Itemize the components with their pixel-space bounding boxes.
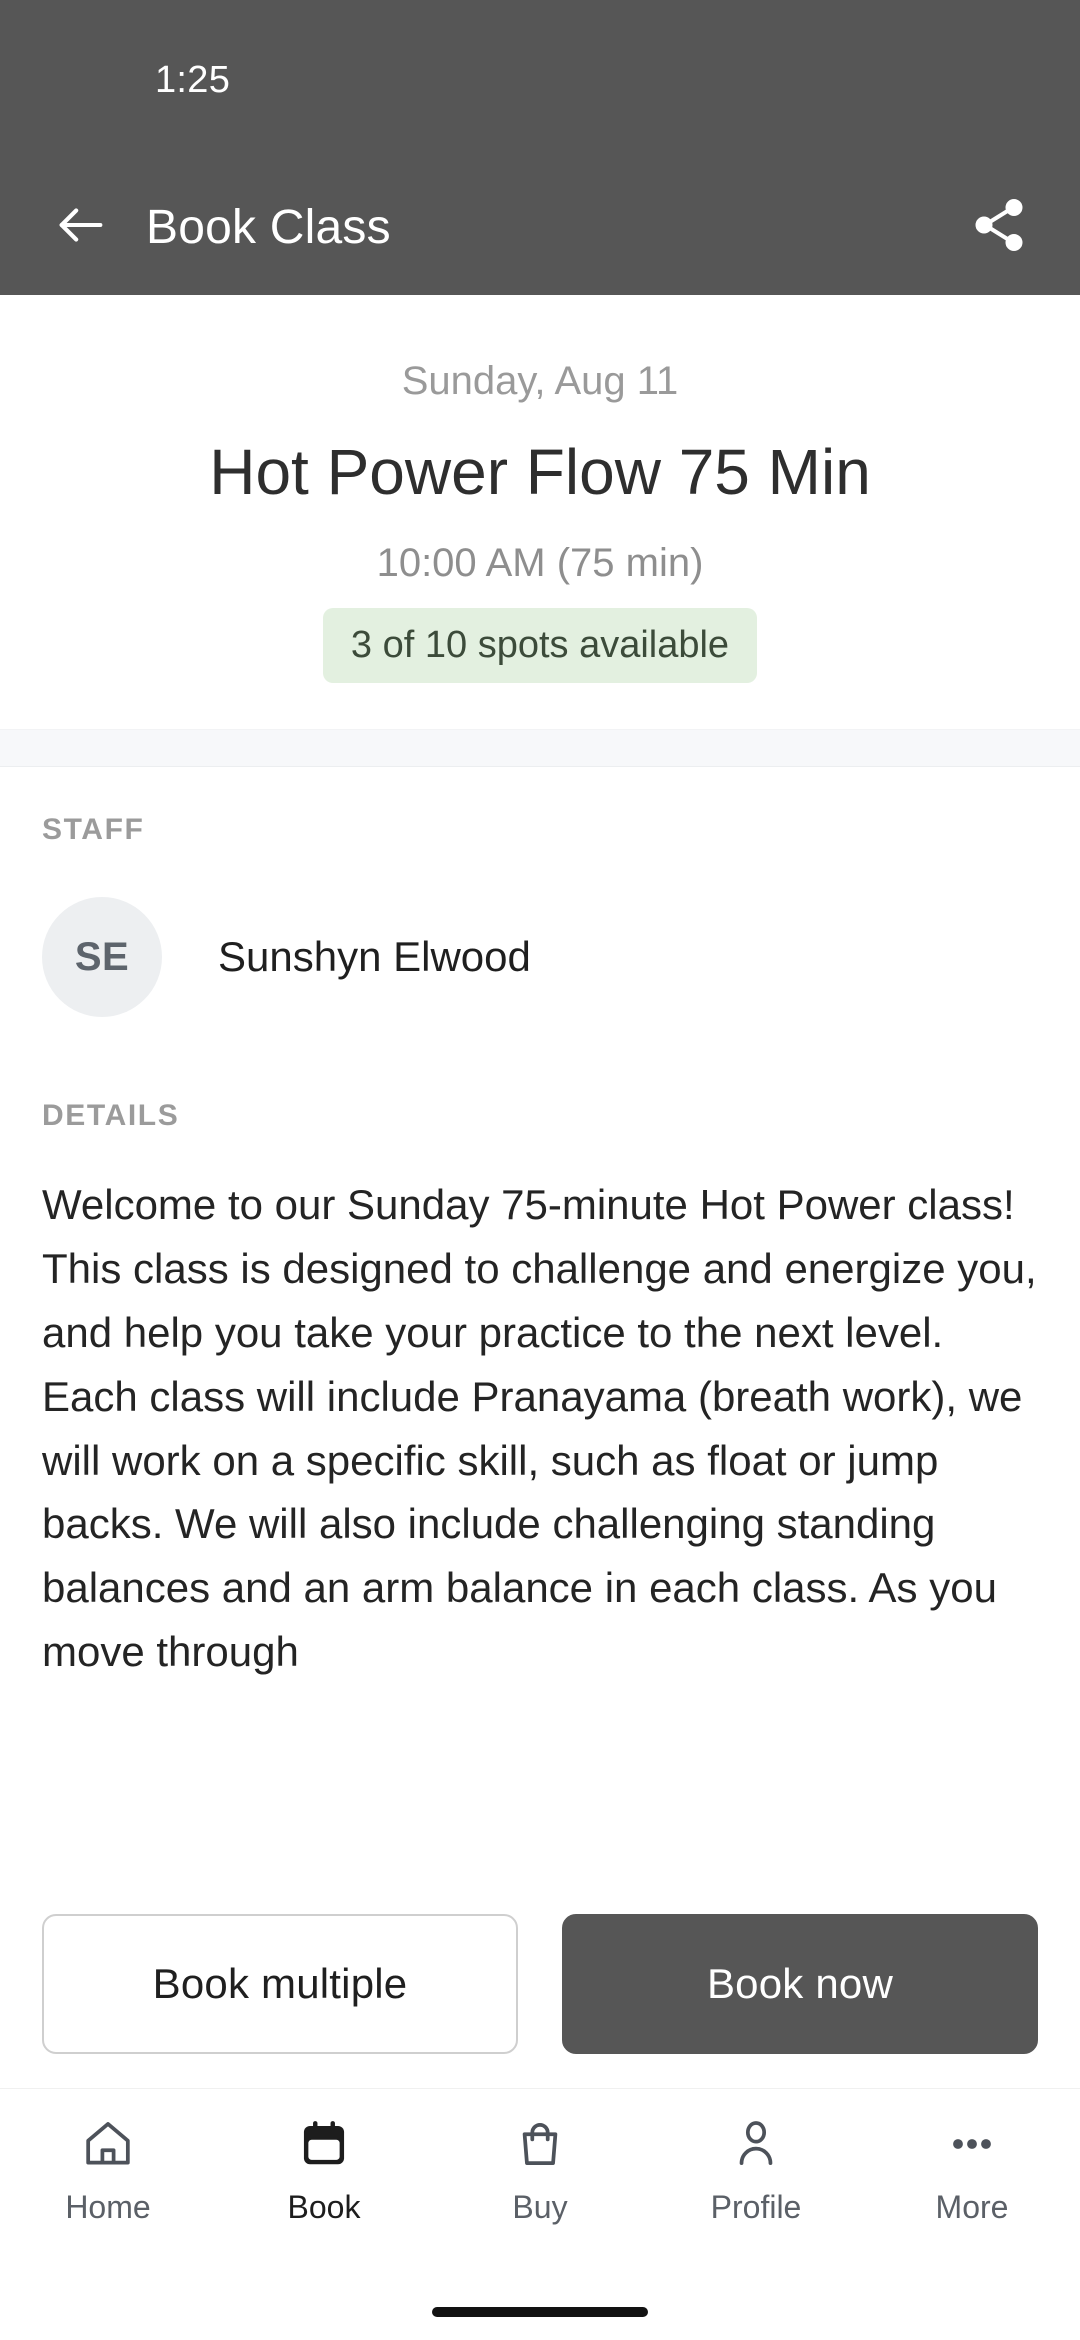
nav-item-home[interactable]: Home <box>0 2113 216 2226</box>
class-time: 10:00 AM (75 min) <box>376 540 704 585</box>
details-section-label: DETAILS <box>42 1099 180 1133</box>
nav-item-buy[interactable]: Buy <box>432 2113 648 2226</box>
home-indicator-area <box>0 2284 1080 2340</box>
section-divider <box>0 729 1080 768</box>
staff-name: Sunshyn Elwood <box>218 933 531 981</box>
nav-item-book[interactable]: Book <box>216 2113 432 2226</box>
nav-label-profile: Profile <box>710 2189 802 2225</box>
person-icon <box>728 2113 784 2175</box>
class-header: Sunday, Aug 11 Hot Power Flow 75 Min 10:… <box>0 295 1080 730</box>
staff-row[interactable]: SE Sunshyn Elwood <box>42 897 1038 1018</box>
page-title: Book Class <box>146 201 391 254</box>
home-icon <box>80 2113 136 2175</box>
details-description: Welcome to our Sunday 75-minute Hot Powe… <box>42 1181 1037 1675</box>
class-name: Hot Power Flow 75 Min <box>209 436 871 508</box>
status-bar: 1:25 <box>0 0 1080 160</box>
book-multiple-button[interactable]: Book multiple <box>42 1914 518 2054</box>
book-now-button[interactable]: Book now <box>562 1914 1038 2054</box>
class-date: Sunday, Aug 11 <box>401 359 679 403</box>
staff-section-label: STAFF <box>42 813 145 847</box>
more-dots-icon <box>944 2113 1000 2175</box>
calendar-icon <box>296 2113 352 2175</box>
app-bar: Book Class <box>0 160 1080 295</box>
nav-label-home: Home <box>65 2189 151 2225</box>
nav-item-profile[interactable]: Profile <box>648 2113 864 2226</box>
bottom-navigation: Home Book Buy Profile More <box>0 2088 1080 2284</box>
nav-label-more: More <box>935 2189 1009 2225</box>
nav-label-book: Book <box>287 2189 361 2225</box>
back-arrow-icon <box>52 196 110 259</box>
class-details-scroll[interactable]: STAFF SE Sunshyn Elwood DETAILS Welcome … <box>0 767 1080 1888</box>
app-screen: 1:25 Book Class Sunday, Aug 11 Hot Power… <box>0 0 1080 2340</box>
avatar: SE <box>42 897 162 1018</box>
availability-badge: 3 of 10 spots available <box>322 607 758 684</box>
home-indicator[interactable] <box>432 2307 648 2317</box>
back-button[interactable] <box>50 197 112 259</box>
action-bar: Book multiple Book now <box>0 1888 1080 2088</box>
shopping-bag-icon <box>512 2113 568 2175</box>
share-icon <box>969 195 1029 260</box>
avatar-initials: SE <box>74 934 130 979</box>
share-button[interactable] <box>966 195 1032 261</box>
nav-item-more[interactable]: More <box>864 2113 1080 2226</box>
status-bar-clock: 1:25 <box>155 58 231 101</box>
nav-label-buy: Buy <box>512 2189 568 2225</box>
